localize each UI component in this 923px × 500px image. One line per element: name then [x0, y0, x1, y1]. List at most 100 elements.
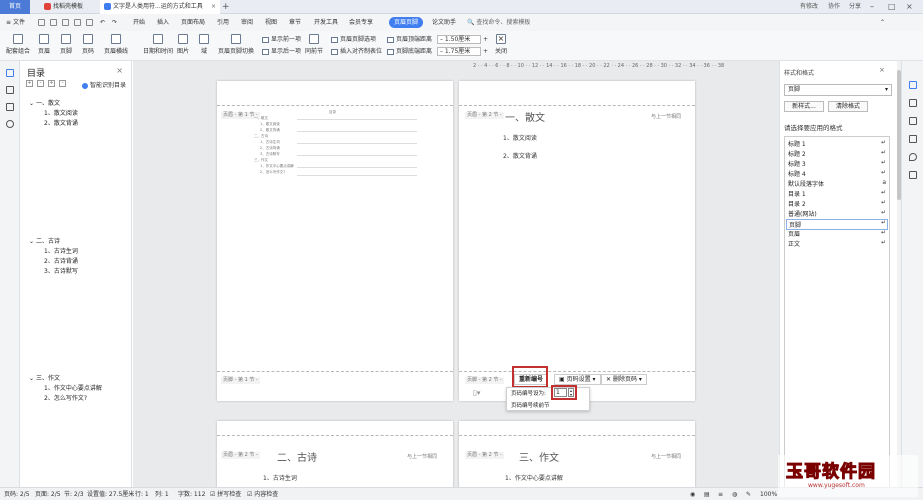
- ribbon-footer[interactable]: 页脚: [60, 34, 72, 55]
- share-button[interactable]: 分享: [849, 0, 861, 14]
- tools-icon[interactable]: [909, 171, 917, 179]
- style-item[interactable]: 普通(网站): [788, 209, 817, 218]
- menu-review[interactable]: 审阅: [241, 14, 253, 31]
- page-4[interactable]: 页眉 - 第 2 节 - 三、作文 与上一节相同 1、作文中心要点讲解: [459, 421, 695, 487]
- outline-view-icon[interactable]: ≡: [718, 488, 723, 500]
- sliders-icon[interactable]: [909, 117, 917, 125]
- style-item[interactable]: 目录 1: [788, 189, 806, 198]
- menu-insert[interactable]: 插入: [157, 14, 169, 31]
- chevron-up-icon[interactable]: ⌃: [880, 14, 885, 31]
- close-hf-button[interactable]: × 关闭: [495, 34, 507, 55]
- expand-icon[interactable]: +: [26, 80, 33, 87]
- ribbon-date-time[interactable]: 日期和时间: [143, 34, 173, 55]
- bookmark-icon[interactable]: [6, 86, 14, 94]
- status-word-count[interactable]: 字数: 112: [178, 488, 205, 500]
- toc-entry[interactable]: 1、散文阅读: [44, 108, 78, 117]
- hf-options-button[interactable]: 页眉页脚选项: [331, 35, 376, 44]
- toc-entry[interactable]: 2、散文背诵: [44, 118, 78, 127]
- smart-toc-button[interactable]: 智能识别目录: [82, 80, 126, 89]
- menu-member[interactable]: 会员专享: [349, 14, 373, 31]
- format-painter-icon[interactable]: [86, 19, 93, 26]
- same-as-previous-button[interactable]: 同前节: [305, 34, 323, 55]
- toc-entry[interactable]: 3、古诗默写: [44, 266, 78, 275]
- undo-icon[interactable]: ↶: [100, 14, 105, 31]
- toc-entry[interactable]: 1、古诗生词: [44, 246, 78, 255]
- toc-icon[interactable]: [6, 69, 14, 77]
- ribbon-header-line[interactable]: 页眉横线: [104, 34, 128, 55]
- read-mode-icon[interactable]: ◉: [690, 488, 695, 500]
- clear-format-button[interactable]: 清除格式: [828, 101, 868, 112]
- ribbon-match-combo[interactable]: 配套组合: [6, 34, 30, 55]
- pen-icon[interactable]: [909, 81, 917, 89]
- menu-devtools[interactable]: 开发工具: [314, 14, 338, 31]
- redo-icon[interactable]: ↷: [112, 14, 117, 31]
- search-icon[interactable]: [6, 120, 14, 128]
- status-page-number[interactable]: 页码: 2/5: [4, 488, 30, 500]
- maximize-icon[interactable]: □: [888, 0, 896, 14]
- plus-icon[interactable]: +: [483, 47, 488, 56]
- ribbon-hf-switch[interactable]: 页眉页脚切换: [218, 34, 254, 55]
- new-style-button[interactable]: 新样式...: [784, 101, 824, 112]
- menu-reference[interactable]: 引用: [217, 14, 229, 31]
- page-2[interactable]: 页眉 - 第 2 节 - 与上一节相同 一、散文 1、散文阅读 2、散文背诵 页…: [459, 81, 695, 401]
- content-check-button[interactable]: ☑ 内容检查: [247, 488, 278, 500]
- web-view-icon[interactable]: ◍: [732, 488, 737, 500]
- location-icon[interactable]: [909, 153, 917, 161]
- tab-document[interactable]: 文字是人类用符...运的方式和工具 ×: [100, 0, 220, 14]
- page-1[interactable]: 页眉 - 第 1 节 - 目录 一、散文 1、散文阅读 2、散文背诵 二、古诗 …: [217, 81, 453, 401]
- export-icon[interactable]: [74, 19, 81, 26]
- ribbon-page-number[interactable]: 页码: [82, 34, 94, 55]
- style-item-selected[interactable]: 页脚: [786, 219, 888, 230]
- tab-home[interactable]: 首页: [0, 0, 30, 14]
- menu-layout[interactable]: 页面布局: [181, 14, 205, 31]
- current-style-select[interactable]: 页脚 ▾: [784, 84, 892, 96]
- tab-template[interactable]: 找稻壳模板: [40, 0, 95, 14]
- toc-entry[interactable]: ⌄ 二、古诗: [29, 236, 60, 245]
- write-icon[interactable]: ✎: [746, 488, 751, 500]
- plus-icon[interactable]: +: [483, 35, 488, 44]
- window-close-icon[interactable]: ×: [906, 0, 913, 14]
- style-item[interactable]: 标题 3: [788, 159, 806, 168]
- search-command[interactable]: 🔍 查找命令、搜索模板: [467, 14, 530, 31]
- remove-item-icon[interactable]: -: [59, 80, 66, 87]
- footer-bottom-distance-input[interactable]: – 1.75厘米: [437, 47, 481, 56]
- add-item-icon[interactable]: +: [48, 80, 55, 87]
- cloud-status[interactable]: 有修改: [800, 0, 818, 14]
- show-previous-button[interactable]: 显示前一项: [262, 35, 301, 44]
- style-item[interactable]: 标题 2: [788, 149, 806, 158]
- style-item[interactable]: 标题 1: [788, 139, 806, 148]
- folder-icon[interactable]: [6, 103, 14, 111]
- menu-view[interactable]: 视图: [265, 14, 277, 31]
- style-item[interactable]: 正文: [788, 239, 800, 248]
- continue-numbering-option[interactable]: 页码编号续前节: [511, 401, 550, 409]
- menu-start[interactable]: 开始: [133, 14, 145, 31]
- menu-header-footer[interactable]: 页眉页脚: [389, 17, 424, 28]
- delete-page-number-button[interactable]: ✕ 删除页码 ▾: [601, 374, 647, 385]
- save-icon[interactable]: [38, 19, 45, 26]
- new-tab-icon[interactable]: +: [222, 0, 230, 14]
- toc-entry[interactable]: 2、怎么写作文?: [44, 393, 87, 402]
- minimize-icon[interactable]: –: [870, 0, 874, 14]
- ribbon-field[interactable]: 域: [199, 34, 209, 55]
- toc-entry[interactable]: ⌄ 三、作文: [29, 373, 60, 382]
- style-item[interactable]: 目录 2: [788, 199, 806, 208]
- image-icon[interactable]: [909, 135, 917, 143]
- print-icon[interactable]: [50, 19, 57, 26]
- menu-chapter[interactable]: 章节: [289, 14, 301, 31]
- close-icon[interactable]: ×: [211, 0, 216, 14]
- ribbon-picture[interactable]: 图片: [177, 34, 189, 55]
- menu-thesis[interactable]: 论文助手: [432, 14, 456, 31]
- header-top-distance-input[interactable]: – 1.50厘米: [437, 35, 481, 44]
- toc-entry[interactable]: 1、作文中心要点讲解: [44, 383, 102, 392]
- show-next-button[interactable]: 显示后一项: [262, 47, 301, 56]
- style-item[interactable]: 页眉: [788, 229, 800, 238]
- style-item[interactable]: 标题 4: [788, 169, 806, 178]
- page-view-icon[interactable]: ▤: [704, 488, 710, 500]
- page-number-settings-button[interactable]: ▣ 页码设置 ▾: [554, 374, 601, 385]
- toc-entry[interactable]: 2、古诗背诵: [44, 256, 78, 265]
- close-icon[interactable]: ×: [116, 66, 123, 75]
- style-item[interactable]: 默认段落字体: [788, 179, 824, 188]
- zoom-level[interactable]: 100%: [760, 488, 777, 500]
- insert-align-tab-button[interactable]: 插入对齐制表位: [331, 47, 382, 56]
- collab-button[interactable]: 协作: [828, 0, 840, 14]
